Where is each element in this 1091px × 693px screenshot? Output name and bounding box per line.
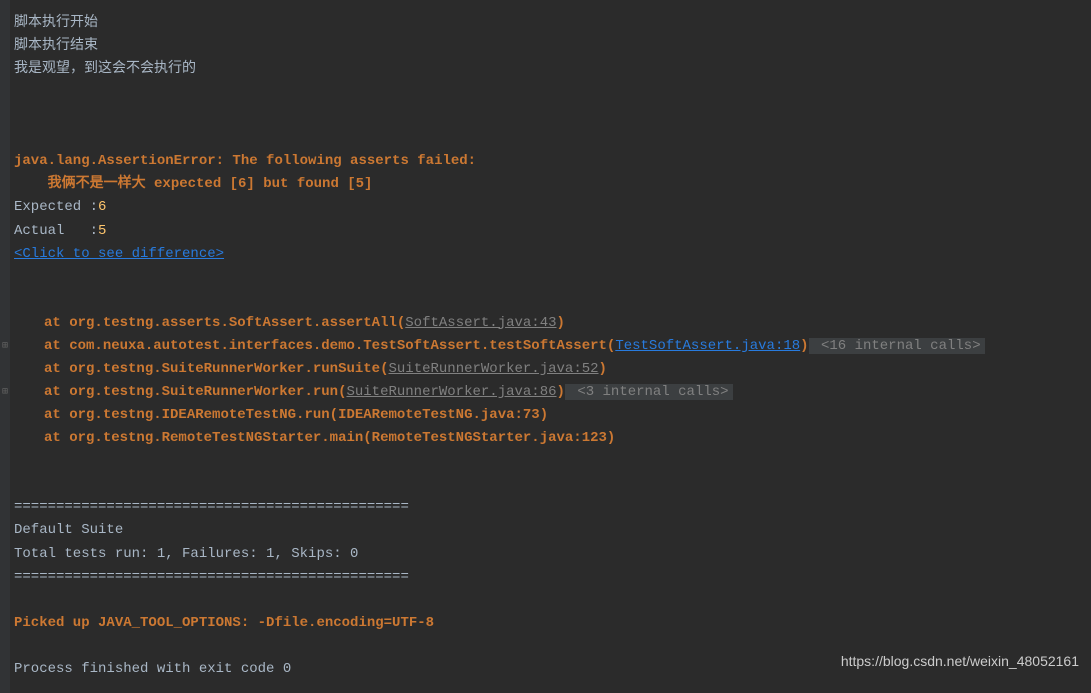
stack-frame: ⊞at com.neuxa.autotest.interfaces.demo.T… bbox=[14, 335, 1077, 358]
at-keyword: at bbox=[44, 338, 69, 354]
method-name: org.testng.asserts.SoftAssert.assertAll( bbox=[69, 315, 405, 331]
at-keyword: at bbox=[44, 315, 69, 331]
output-line: 我是观望，到这会不会执行的 bbox=[14, 58, 1077, 81]
at-keyword: at bbox=[44, 407, 69, 423]
at-keyword: at bbox=[44, 384, 69, 400]
method-name: org.testng.SuiteRunnerWorker.runSuite( bbox=[69, 361, 388, 377]
at-keyword: at bbox=[44, 430, 69, 446]
stack-frame: at org.testng.SuiteRunnerWorker.runSuite… bbox=[14, 358, 1077, 381]
file-link[interactable]: SuiteRunnerWorker.java:86 bbox=[346, 384, 556, 400]
internal-calls[interactable]: <16 internal calls> bbox=[809, 338, 985, 354]
error-header: java.lang.AssertionError: The following … bbox=[14, 150, 1077, 173]
suite-name: Default Suite bbox=[14, 519, 1077, 542]
method-name: org.testng.IDEARemoteTestNG.run(IDEARemo… bbox=[69, 407, 548, 423]
expand-icon[interactable]: ⊞ bbox=[0, 381, 10, 404]
console-output: 脚本执行开始 脚本执行结束 我是观望，到这会不会执行的 java.lang.As… bbox=[14, 12, 1077, 681]
actual-value: 5 bbox=[98, 223, 106, 239]
close-paren: ) bbox=[557, 384, 565, 400]
close-paren: ) bbox=[557, 315, 565, 331]
assert-message: 我俩不是一样大 expected [6] but found [5] bbox=[48, 176, 373, 192]
internal-calls[interactable]: <3 internal calls> bbox=[565, 384, 733, 400]
file-link[interactable]: TestSoftAssert.java:18 bbox=[615, 338, 800, 354]
diff-link[interactable]: <Click to see difference> bbox=[14, 246, 224, 262]
file-link[interactable]: SuiteRunnerWorker.java:52 bbox=[388, 361, 598, 377]
divider: ========================================… bbox=[14, 496, 1077, 519]
divider: ========================================… bbox=[14, 566, 1077, 589]
stack-frame: at org.testng.IDEARemoteTestNG.run(IDEAR… bbox=[14, 404, 1077, 427]
java-options: Picked up JAVA_TOOL_OPTIONS: -Dfile.enco… bbox=[14, 612, 1077, 635]
output-line: 脚本执行开始 bbox=[14, 12, 1077, 35]
expand-icon[interactable]: ⊞ bbox=[0, 335, 10, 358]
file-link[interactable]: SoftAssert.java:43 bbox=[405, 315, 556, 331]
method-name: org.testng.SuiteRunnerWorker.run( bbox=[69, 384, 346, 400]
stack-frame: at org.testng.asserts.SoftAssert.assertA… bbox=[14, 312, 1077, 335]
method-name: org.testng.RemoteTestNGStarter.main(Remo… bbox=[69, 430, 615, 446]
results-line: Total tests run: 1, Failures: 1, Skips: … bbox=[14, 543, 1077, 566]
watermark: https://blog.csdn.net/weixin_48052161 bbox=[841, 650, 1079, 673]
output-line: 脚本执行结束 bbox=[14, 35, 1077, 58]
close-paren: ) bbox=[599, 361, 607, 377]
close-paren: ) bbox=[800, 338, 808, 354]
actual-line: Actual :5 bbox=[14, 220, 1077, 243]
at-keyword: at bbox=[44, 361, 69, 377]
stack-frame: at org.testng.RemoteTestNGStarter.main(R… bbox=[14, 427, 1077, 450]
expected-line: Expected :6 bbox=[14, 196, 1077, 219]
assert-line: 我俩不是一样大 expected [6] but found [5] bbox=[14, 173, 1077, 196]
method-name: com.neuxa.autotest.interfaces.demo.TestS… bbox=[69, 338, 615, 354]
stack-frame: ⊞at org.testng.SuiteRunnerWorker.run(Sui… bbox=[14, 381, 1077, 404]
expected-value: 6 bbox=[98, 199, 106, 215]
